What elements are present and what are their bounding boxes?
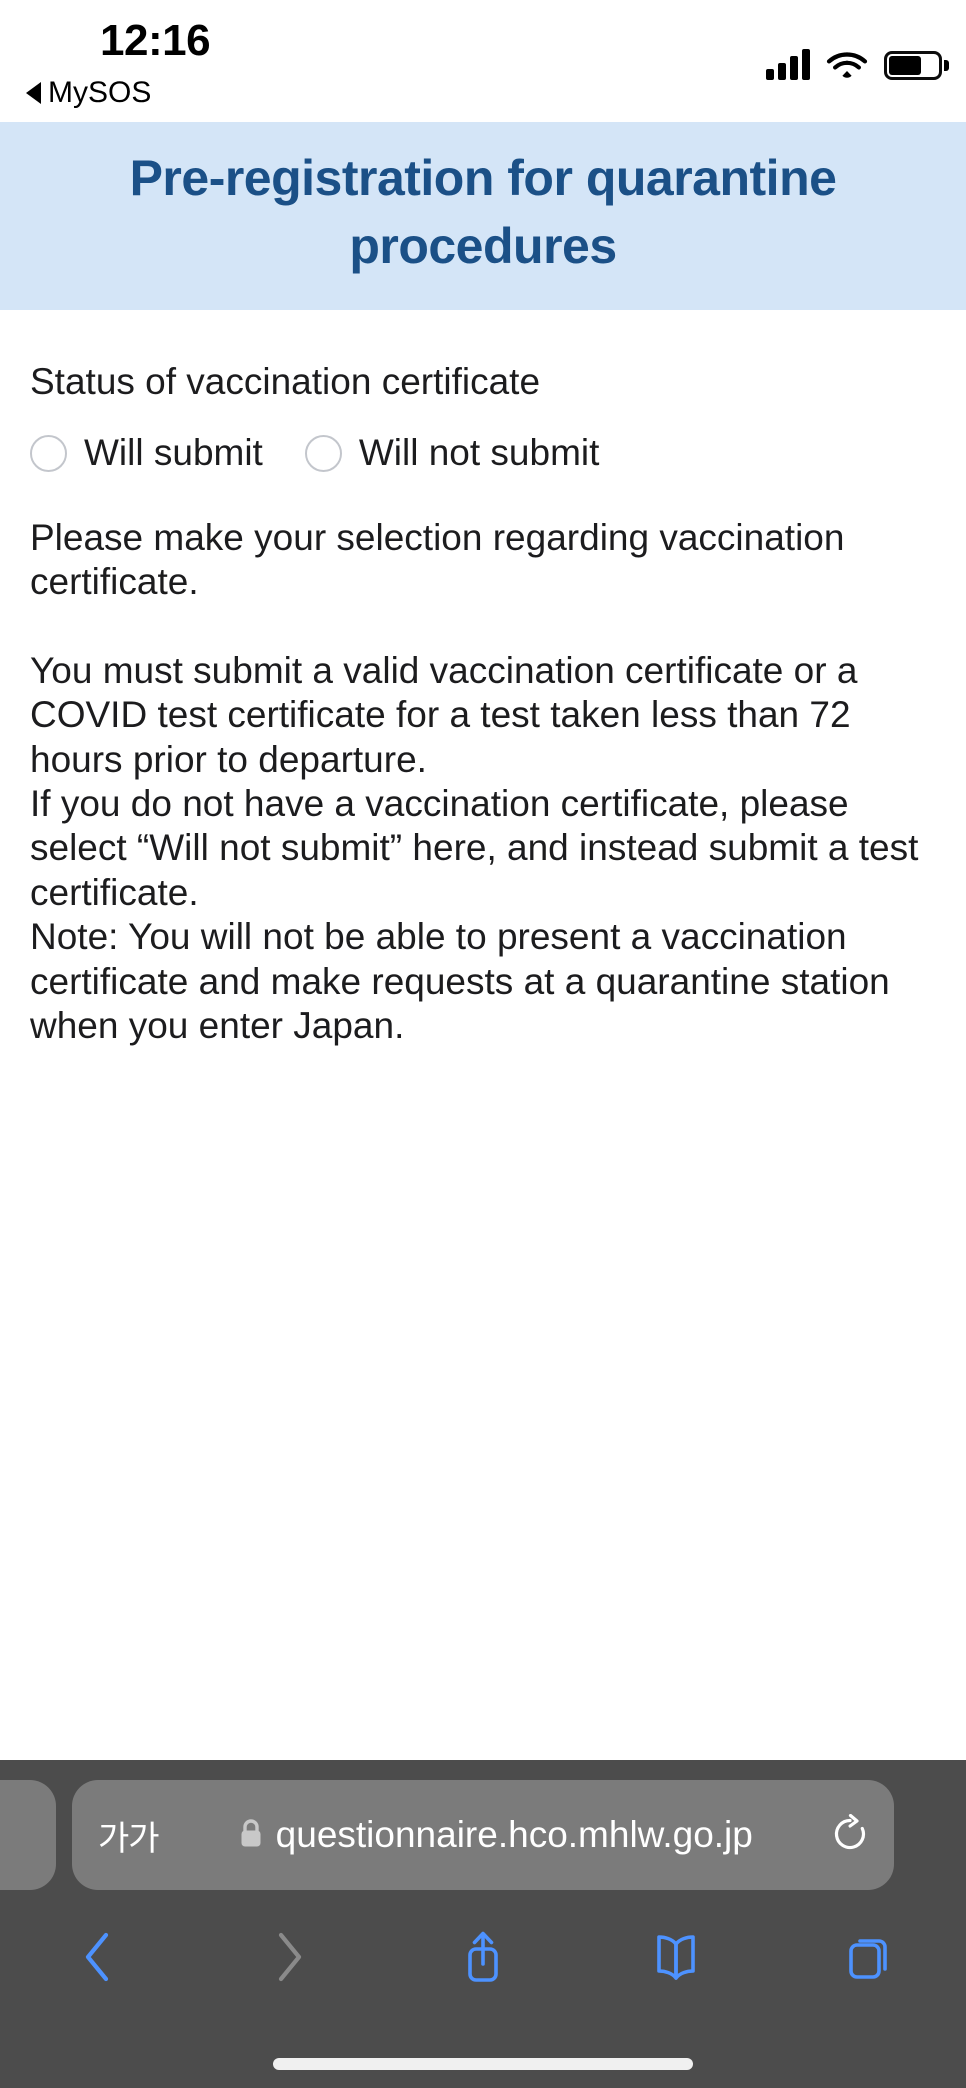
radio-group-vaccination-certificate: Will submit Will not submit [30, 432, 936, 474]
back-button[interactable] [0, 1902, 193, 2012]
share-button[interactable] [386, 1902, 579, 2012]
back-to-app-button[interactable]: MySOS [26, 76, 151, 110]
question-label: Status of vaccination certificate [30, 361, 541, 402]
radio-option-label: Will not submit [358, 432, 600, 474]
chevron-right-icon [278, 1932, 301, 1982]
reload-icon[interactable] [832, 1813, 868, 1857]
browser-toolbar [0, 1902, 966, 2012]
radio-circle-icon[interactable] [304, 434, 342, 472]
bookmarks-button[interactable] [580, 1902, 773, 2012]
cellular-signal-icon [766, 48, 810, 80]
adjacent-tab-preview[interactable] [0, 1780, 56, 1890]
url-text: questionnaire.hco.mhlw.go.jp [275, 1814, 753, 1855]
phone-screen: 12:16 MySOS Pre-registration for quarant… [0, 0, 966, 2088]
radio-option-will-submit[interactable]: Will submit [30, 432, 263, 474]
instruction-paragraph-4: Note: You will not be able to present a … [30, 916, 890, 1046]
page-header-banner: Pre-registration for quarantine procedur… [0, 122, 966, 310]
book-icon [657, 1935, 696, 1980]
status-bar-clock: 12:16 [100, 16, 211, 65]
browser-chrome: 가가 questionnaire.hco.mhlw.go.jp [0, 1760, 966, 2088]
instruction-paragraph-1: Please make your selection regarding vac… [30, 517, 845, 603]
chevron-left-icon [85, 1932, 108, 1982]
wifi-icon [826, 48, 868, 80]
radio-option-will-not-submit[interactable]: Will not submit [304, 432, 600, 474]
triangle-left-icon [26, 82, 41, 104]
forward-button [193, 1902, 386, 2012]
instruction-paragraph-2: You must submit a valid vaccination cert… [30, 649, 858, 780]
tabs-icon [849, 1939, 888, 1979]
battery-icon [884, 51, 949, 80]
main-content: Status of vaccination certificate Will s… [0, 310, 966, 1760]
share-icon [468, 1931, 498, 1982]
back-to-app-label: MySOS [48, 76, 152, 109]
radio-circle-icon[interactable] [30, 434, 67, 472]
tabs-button[interactable] [773, 1902, 966, 2012]
page-title: Pre-registration for quarantine procedur… [129, 150, 837, 274]
url-display[interactable]: questionnaire.hco.mhlw.go.jp [159, 1814, 832, 1856]
instruction-paragraph-3: If you do not have a vaccination certifi… [30, 783, 919, 913]
text-size-button[interactable]: 가가 [98, 1811, 160, 1860]
status-bar: 12:16 MySOS [0, 0, 966, 122]
status-bar-indicators [766, 40, 949, 80]
radio-option-label: Will submit [84, 432, 263, 474]
url-bar[interactable]: 가가 questionnaire.hco.mhlw.go.jp [72, 1780, 894, 1890]
lock-icon [238, 1817, 264, 1854]
home-indicator [273, 2058, 693, 2070]
